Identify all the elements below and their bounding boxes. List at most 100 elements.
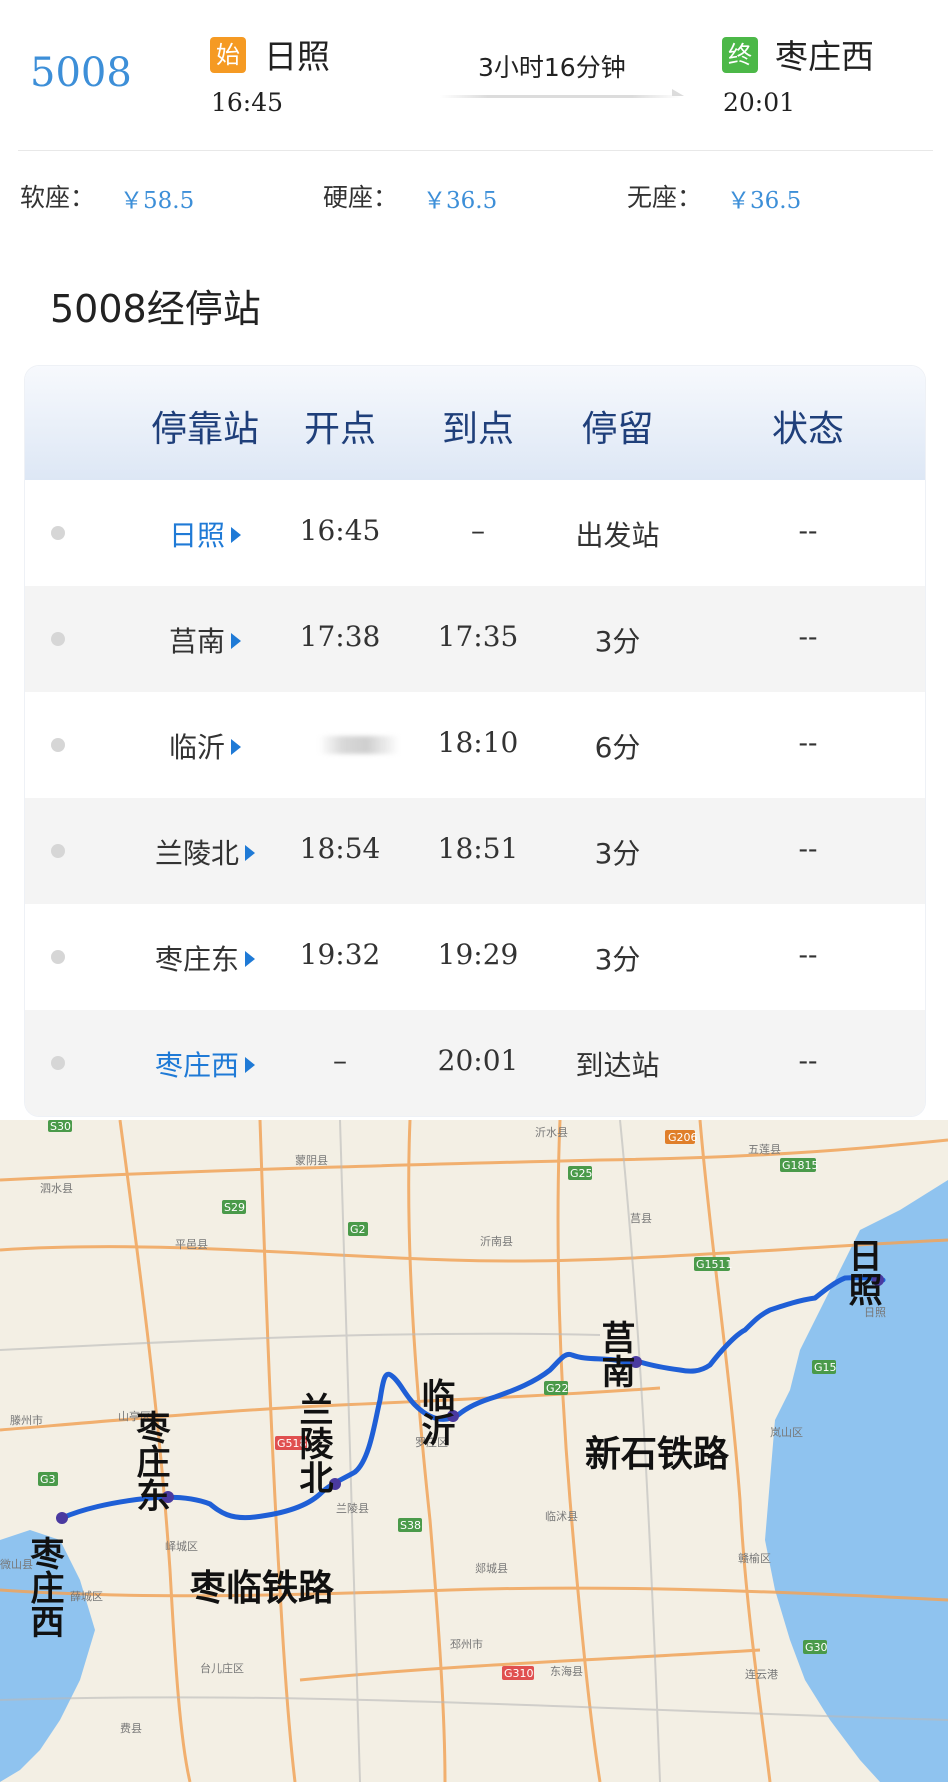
route-map-svg: G206 G1815 G1511 G25 G2 S29 G518 G310 G3… (0, 1120, 948, 1782)
stay-cell: 3分 (594, 943, 641, 976)
table-row[interactable]: 莒南 17:38 17:35 3分 -- (25, 586, 925, 692)
map-station-label: 枣庄西 (24, 1536, 65, 1638)
place-label: 峄城区 (165, 1540, 198, 1553)
timeline-dot (51, 632, 65, 646)
trip-duration: 3小时16分钟 (478, 53, 626, 82)
price-value-hard[interactable]: ￥36.5 (423, 181, 497, 215)
road-label: G30 (805, 1641, 828, 1654)
place-label: 费县 (120, 1722, 142, 1735)
station-name: 兰陵北 (154, 837, 239, 870)
road-label: G206 (668, 1131, 698, 1144)
place-label: 莒县 (630, 1212, 652, 1225)
place-label: 临沭县 (545, 1509, 578, 1523)
station-name: 莒南 (168, 625, 225, 658)
road-label: G1511 (696, 1258, 733, 1271)
place-label: 连云港 (745, 1668, 778, 1681)
place-label: 东海县 (550, 1664, 583, 1678)
end-station-name[interactable]: 枣庄西 (775, 30, 874, 78)
caret-right-icon (231, 633, 241, 649)
start-station-name[interactable]: 日照 (264, 30, 330, 78)
map-station-label: 临沂 (415, 1378, 455, 1446)
table-row[interactable]: 临沂 18:10 6分 -- (25, 692, 925, 798)
station-cell[interactable]: 枣庄东 (120, 938, 290, 978)
table-header: 停靠站 开点 到点 停留 状态 (25, 366, 925, 480)
place-label: 岚山区 (770, 1426, 803, 1439)
map-line-label: 枣临铁路 (189, 1568, 335, 1609)
end-badge: 终 (722, 37, 758, 73)
stay-cell: 6分 (594, 731, 641, 764)
station-cell[interactable]: 日照 (120, 514, 290, 554)
header-arrive: 到点 (441, 409, 514, 450)
stay-cell: 出发站 (575, 519, 660, 552)
price-value-standing[interactable]: ￥36.5 (727, 181, 801, 215)
road-label: G25 (570, 1167, 593, 1180)
timeline-dot (51, 844, 65, 858)
stay-cell: 3分 (594, 837, 641, 870)
station-name: 日照 (168, 519, 225, 552)
place-label: 滕州市 (10, 1413, 43, 1427)
depart-cell: – (333, 1044, 347, 1077)
timeline-dot (51, 526, 65, 540)
road-label: G2 (350, 1223, 366, 1236)
timeline-dot (51, 950, 65, 964)
place-label: 邳州市 (450, 1637, 483, 1651)
header-depart: 开点 (303, 409, 376, 450)
station-cell[interactable]: 枣庄西 (120, 1044, 290, 1084)
price-label-soft: 软座： (20, 183, 96, 212)
place-label: 泗水县 (40, 1182, 73, 1195)
timeline-dot (51, 1056, 65, 1070)
table-row[interactable]: 兰陵北 18:54 18:51 3分 -- (25, 798, 925, 904)
table-row[interactable]: 日照 16:45 – 出发站 -- (25, 480, 925, 586)
price-row: 软座： ￥58.5 硬座： ￥36.5 无座： ￥36.5 (0, 178, 948, 218)
depart-cell: 16:45 (299, 514, 381, 547)
map-station-label: 莒南 (595, 1320, 635, 1388)
place-label: 台儿庄区 (200, 1661, 244, 1675)
station-name: 枣庄东 (154, 943, 239, 976)
arrive-cell: 19:29 (437, 938, 519, 971)
station-cell[interactable]: 兰陵北 (120, 832, 290, 872)
table-row[interactable]: 枣庄东 19:32 19:29 3分 -- (25, 904, 925, 1010)
depart-cell-blurred (319, 736, 399, 754)
header-stay: 停留 (581, 409, 654, 450)
place-label: 薛城区 (70, 1590, 103, 1603)
status-cell: -- (798, 938, 818, 971)
start-time: 16:45 (211, 88, 284, 117)
map-station-label: 日照 (842, 1238, 882, 1306)
place-label: 平邑县 (175, 1238, 208, 1251)
caret-right-icon (231, 527, 241, 543)
stay-cell: 3分 (594, 625, 641, 658)
train-header: 5008 始 日照 16:45 3小时16分钟 终 枣庄西 20:01 (0, 0, 948, 150)
place-label: 兰陵县 (336, 1502, 369, 1515)
station-name: 枣庄西 (154, 1049, 239, 1082)
map-station-label: 兰陵北 (293, 1392, 333, 1494)
road-label: S29 (224, 1201, 245, 1214)
station-dot-zaozhuangxi[interactable] (56, 1512, 68, 1524)
road-label: G22 (546, 1382, 569, 1395)
train-number: 5008 (30, 50, 132, 96)
status-cell: -- (798, 514, 818, 547)
map-station-label: 枣庄东 (130, 1410, 171, 1512)
road-label: G15 (814, 1361, 837, 1374)
stay-cell: 到达站 (575, 1049, 660, 1082)
table-row[interactable]: 枣庄西 – 20:01 到达站 -- (25, 1010, 925, 1116)
road-label: G1815 (782, 1159, 819, 1172)
caret-right-icon (245, 845, 255, 861)
status-cell: -- (798, 832, 818, 865)
arrow-right-icon (672, 89, 684, 96)
status-cell: -- (798, 620, 818, 653)
station-cell[interactable]: 临沂 (120, 726, 290, 766)
arrive-cell: 18:51 (437, 832, 519, 865)
arrive-cell: 17:35 (437, 620, 519, 653)
price-value-soft[interactable]: ￥58.5 (120, 181, 194, 215)
depart-cell: 17:38 (299, 620, 381, 653)
status-cell: -- (798, 726, 818, 759)
place-label: 五莲县 (748, 1143, 781, 1156)
header-status: 状态 (771, 409, 844, 450)
map-line-label: 新石铁路 (585, 1434, 730, 1475)
price-label-standing: 无座： (627, 183, 703, 212)
place-label: 蒙阴县 (295, 1154, 328, 1167)
place-label: 沂水县 (535, 1126, 568, 1139)
caret-right-icon (245, 951, 255, 967)
station-cell[interactable]: 莒南 (120, 620, 290, 660)
route-map[interactable]: G206 G1815 G1511 G25 G2 S29 G518 G310 G3… (0, 1120, 948, 1782)
